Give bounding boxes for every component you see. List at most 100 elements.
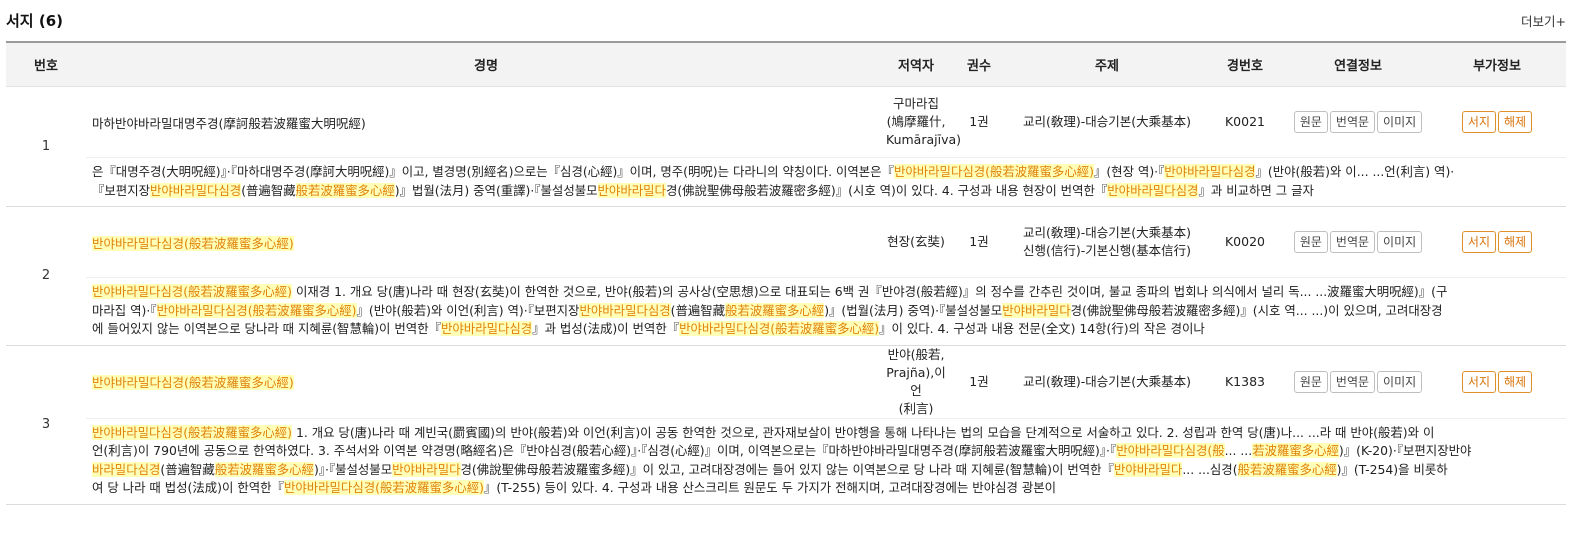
search-highlight: 반야바라밀다심경(般 (1116, 443, 1225, 458)
description-line: 마라집 역)·『반야바라밀다심경(般若波羅蜜多心經)』(반야(般若)와 이언(利… (92, 302, 1443, 318)
links-cell: 원문 번역문 이미지 (1288, 87, 1428, 158)
expl-button[interactable]: 해제 (1498, 231, 1533, 253)
subject-line: 교리(敎理)-대승기본(大乘基本) (1022, 225, 1192, 240)
col-header-translator: 저역자 (886, 41, 946, 87)
trans-button[interactable]: 번역문 (1329, 111, 1376, 133)
subject-line: 교리(敎理)-대승기본(大乘基本) (1022, 373, 1192, 389)
description-line: 『보편지장반야바라밀다심경(普遍智藏般若波羅蜜多心經)』법월(法月) 중역(重譯… (92, 182, 1314, 198)
description-line: 여 당 나라 때 법성(法成)이 한역한『반야바라밀다심경(般若波羅蜜多心經)』… (92, 480, 1057, 495)
sutra-title-cell: 반야바라밀다심경(般若波羅蜜多心經) (86, 207, 886, 278)
links-cell: 원문 번역문 이미지 (1288, 207, 1428, 278)
translator-line: Kumārajīva) (886, 132, 962, 147)
search-highlight: 般若波羅蜜多心經 (214, 461, 314, 477)
search-highlight: 반야바라밀다심경(般若波羅蜜多心經) (283, 480, 484, 495)
sutra-title-link[interactable]: 반야바라밀다심경(般若波羅蜜多心經) (92, 375, 294, 390)
sutra-title-cell: 반야바라밀다심경(般若波羅蜜多心經) (86, 345, 886, 418)
description-line: 에 들어있지 않는 이역본으로 당나라 때 지혜륜(智慧輪)이 번역한『반야바라… (92, 321, 1205, 336)
description-cell: 은『대명주경(大明呪經)』·『마하대명주경(摩訶大明呪經)』이고, 별경명(別經… (86, 157, 1566, 207)
search-highlight: 般若波羅蜜多心經 (725, 302, 825, 318)
section-header: 서지 (6) 더보기+ (0, 0, 1584, 40)
result-count: (6) (38, 12, 63, 30)
description-row: 은『대명주경(大明呪經)』·『마하대명주경(摩訶大明呪經)』이고, 별경명(別經… (6, 157, 1566, 207)
col-header-code: 경번호 (1202, 41, 1288, 87)
links-cell: 원문 번역문 이미지 (1288, 345, 1428, 418)
search-highlight: 반야바라밀다심경(般若波羅蜜多心經) (92, 424, 292, 440)
translator-line: 현장(玄奘) (887, 234, 945, 249)
section-title: 서지 (6) (6, 10, 63, 31)
subject-line: 신행(信行)-기본신행(基本信行) (1022, 243, 1192, 258)
search-highlight: 반야바라밀다 (597, 182, 666, 198)
col-header-number: 번호 (6, 41, 86, 87)
search-highlight: 若波羅蜜多心經 (1252, 443, 1339, 458)
description-row: 반야바라밀다심경(般若波羅蜜多心經) 이재경 1. 개요 당(唐)나라 때 현장… (6, 277, 1566, 346)
search-highlight: 반야바라밀다 (392, 461, 461, 477)
bib-button[interactable]: 서지 (1461, 370, 1496, 393)
search-highlight: 반야바라밀다심경(般若波羅蜜多心經) (156, 302, 357, 318)
orig-button[interactable]: 원문 (1293, 370, 1328, 393)
more-link[interactable]: 더보기+ (1521, 11, 1566, 30)
search-highlight: 반야바라밀다심경 (579, 302, 671, 318)
search-highlight: 바라밀다심경 (92, 461, 161, 477)
translator-line: 반야(般若, (887, 346, 945, 362)
row-number: 3 (6, 345, 86, 505)
results-table: 번호 경명 저역자 권수 주제 경번호 연결정보 부가정보 1 마하반야바라밀대명… (6, 41, 1566, 505)
orig-button[interactable]: 원문 (1293, 111, 1328, 133)
col-header-volume: 권수 (946, 41, 1012, 87)
expl-button[interactable]: 해제 (1498, 111, 1533, 133)
translator-line: (利言) (898, 400, 934, 416)
search-highlight: 반야바라밀다심경(般若波羅蜜多心經) (893, 164, 1094, 179)
sutra-title-link[interactable]: 마하반야바라밀대명주경(摩訶般若波羅蜜大明呪經) (92, 116, 366, 131)
bib-button[interactable]: 서지 (1461, 231, 1496, 253)
description-line: 바라밀다심경(普遍智藏般若波羅蜜多心經)』·『불설성불모반야바라밀다경(佛說聖佛… (92, 461, 1448, 477)
sutra-title-cell: 마하반야바라밀대명주경(摩訶般若波羅蜜大明呪經) (86, 87, 886, 158)
extra-cell: 서지 해제 (1428, 207, 1566, 278)
subject-cell: 교리(敎理)-대승기본(大乘基本) (1012, 345, 1202, 418)
table-header-row: 번호 경명 저역자 권수 주제 경번호 연결정보 부가정보 (6, 41, 1566, 87)
description-line: 반야바라밀다심경(般若波羅蜜多心經) 1. 개요 당(唐)나라 때 계빈국(罽賓… (92, 424, 1435, 440)
subject-cell: 교리(敎理)-대승기본(大乘基本) (1012, 87, 1202, 158)
search-highlight: 반야바라밀다 (1113, 461, 1183, 477)
sutra-title-link[interactable]: 반야바라밀다심경(般若波羅蜜多心經) (92, 235, 294, 251)
search-highlight: 반야바라밀다심경 (441, 321, 533, 336)
sutra-code-cell: K1383 (1224, 373, 1265, 389)
search-highlight: 반야바라밀다 (1002, 302, 1071, 318)
description-line: 은『대명주경(大明呪經)』·『마하대명주경(摩訶大明呪經)』이고, 별경명(別經… (92, 164, 1455, 179)
translator-cell: 반야(般若, Prajña),이언 (利言) (886, 345, 946, 418)
subject-line: 교리(敎理)-대승기본(大乘基本) (1022, 114, 1192, 129)
col-header-title: 경명 (86, 41, 886, 87)
description-line: 반야바라밀다심경(般若波羅蜜多心經) 이재경 1. 개요 당(唐)나라 때 현장… (92, 284, 1448, 299)
col-header-extra: 부가정보 (1428, 41, 1566, 87)
results-table-wrap: 번호 경명 저역자 권수 주제 경번호 연결정보 부가정보 1 마하반야바라밀대명… (6, 41, 1566, 505)
table-row: 1 마하반야바라밀대명주경(摩訶般若波羅蜜大明呪經) 구마라집 (鳩摩羅什, Kumār… (6, 86, 1566, 207)
translator-line: (鳩摩羅什, (886, 114, 946, 129)
image-button[interactable]: 이미지 (1377, 111, 1423, 133)
image-button[interactable]: 이미지 (1377, 370, 1423, 393)
orig-button[interactable]: 원문 (1293, 231, 1328, 253)
sutra-code-cell: K0021 (1224, 114, 1265, 129)
search-highlight: 반야바라밀다심경 (150, 182, 242, 198)
col-header-subject: 주제 (1012, 41, 1202, 87)
volume-cell: 1권 (969, 234, 989, 249)
expl-button[interactable]: 해제 (1498, 370, 1533, 393)
row-number: 2 (6, 206, 86, 346)
section-title-text: 서지 (6, 12, 34, 30)
translator-cell: 현장(玄奘) (886, 207, 946, 278)
table-row: 3 반야바라밀다심경(般若波羅蜜多心經) 반야(般若, Prajña),이언 (利言) 1… (6, 345, 1566, 505)
extra-cell: 서지 해제 (1428, 345, 1566, 418)
table-row: 2 반야바라밀다심경(般若波羅蜜多心經) 현장(玄奘) 1권 교리(敎理)-대승기본(大… (6, 206, 1566, 346)
subject-cell: 교리(敎理)-대승기본(大乘基本) 신행(信行)-기본신행(基本信行) (1012, 207, 1202, 278)
trans-button[interactable]: 번역문 (1329, 231, 1376, 253)
translator-line: Prajña),이언 (886, 364, 946, 398)
col-header-links: 연결정보 (1288, 41, 1428, 87)
search-highlight: 반야바라밀다심경 (1164, 164, 1256, 179)
image-button[interactable]: 이미지 (1377, 231, 1423, 253)
translator-cell: 구마라집 (鳩摩羅什, Kumārajīva) (886, 87, 962, 158)
description-cell: 반야바라밀다심경(般若波羅蜜多心經) 1. 개요 당(唐)나라 때 계빈국(罽賓… (86, 417, 1566, 505)
trans-button[interactable]: 번역문 (1329, 370, 1376, 393)
description-line: 언(利言)이 790년에 공동으로 한역하였다. 3. 주석서와 이역본 약경명… (92, 443, 1472, 458)
translator-line: 구마라집 (892, 96, 939, 111)
description-row: 반야바라밀다심경(般若波羅蜜多心經) 1. 개요 당(唐)나라 때 계빈국(罽賓… (6, 417, 1566, 505)
search-highlight: 般若波羅蜜多心經 (1237, 461, 1337, 477)
search-highlight: 般若波羅蜜多心經 (295, 182, 395, 198)
bib-button[interactable]: 서지 (1461, 111, 1496, 133)
